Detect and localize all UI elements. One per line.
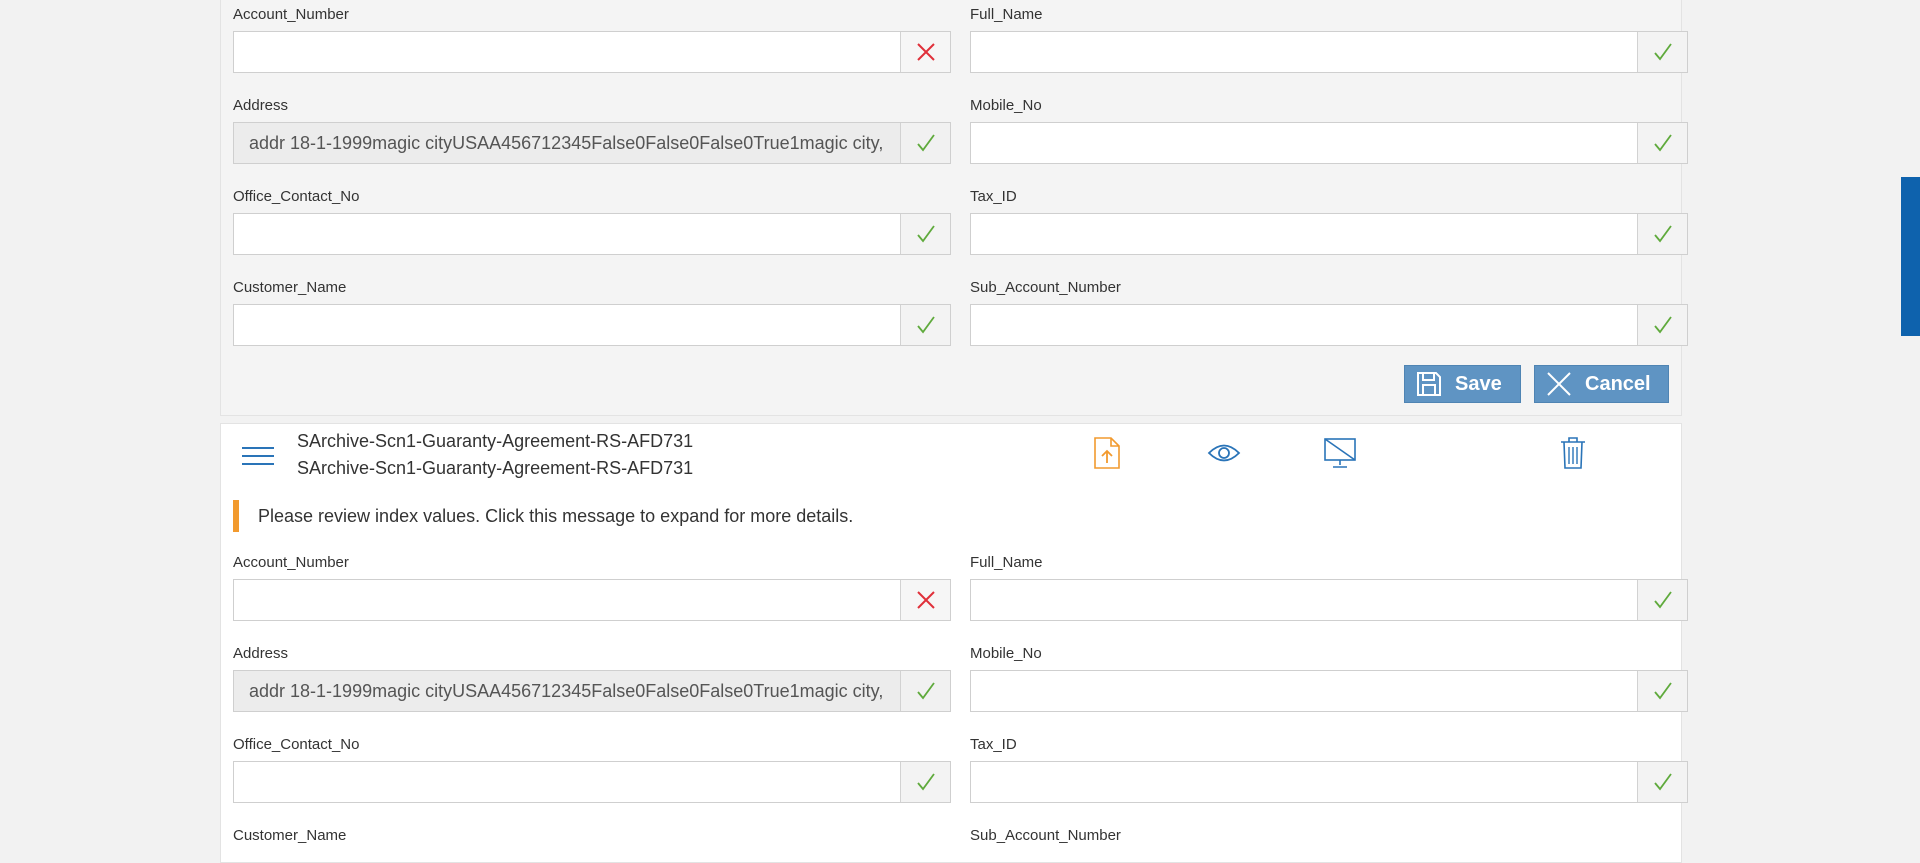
x-mark-icon bbox=[900, 580, 950, 620]
field-label: Tax_ID bbox=[970, 188, 1017, 205]
monitor-off-icon[interactable] bbox=[1320, 433, 1360, 473]
document-header: SArchive-Scn1-Guaranty-Agreement-RS-AFD7… bbox=[220, 423, 1682, 489]
field-row bbox=[970, 31, 1688, 73]
sub-account-number-input[interactable] bbox=[971, 305, 1637, 345]
field-row bbox=[233, 304, 951, 346]
field-row bbox=[970, 213, 1688, 255]
field-label: Office_Contact_No bbox=[233, 736, 360, 753]
tax-id-input[interactable] bbox=[971, 214, 1637, 254]
field-label: Tax_ID bbox=[970, 736, 1017, 753]
tax-id-input[interactable] bbox=[971, 762, 1637, 802]
field-row bbox=[970, 122, 1688, 164]
mobile-no-input[interactable] bbox=[971, 671, 1637, 711]
field-row bbox=[970, 579, 1688, 621]
field-row bbox=[970, 304, 1688, 346]
mobile-no-input[interactable] bbox=[971, 123, 1637, 163]
upload-file-icon[interactable] bbox=[1087, 433, 1127, 473]
document-subname: SArchive-Scn1-Guaranty-Agreement-RS-AFD7… bbox=[297, 458, 694, 478]
checkmark-icon bbox=[1637, 671, 1687, 711]
field-label: Account_Number bbox=[233, 554, 349, 571]
close-icon bbox=[1545, 370, 1573, 398]
field-label: Mobile_No bbox=[970, 97, 1042, 114]
field-label: Customer_Name bbox=[233, 827, 347, 844]
field-row bbox=[233, 579, 951, 621]
field-row bbox=[233, 670, 951, 712]
field-row bbox=[970, 761, 1688, 803]
checkmark-icon bbox=[900, 671, 950, 711]
trash-icon[interactable] bbox=[1553, 433, 1593, 473]
checkmark-icon bbox=[900, 305, 950, 345]
office-contact-no-input[interactable] bbox=[234, 762, 900, 802]
field-row bbox=[233, 122, 951, 164]
checkmark-icon bbox=[900, 762, 950, 802]
checkmark-icon bbox=[900, 123, 950, 163]
account-number-input[interactable] bbox=[234, 32, 900, 72]
field-label: Customer_Name bbox=[233, 279, 347, 296]
full-name-input[interactable] bbox=[971, 32, 1637, 72]
account-number-input[interactable] bbox=[234, 580, 900, 620]
office-contact-no-input[interactable] bbox=[234, 214, 900, 254]
cancel-label: Cancel bbox=[1585, 372, 1651, 395]
checkmark-icon bbox=[1637, 305, 1687, 345]
warning-bar bbox=[233, 500, 239, 532]
field-row bbox=[970, 670, 1688, 712]
field-label: Full_Name bbox=[970, 554, 1043, 571]
checkmark-icon bbox=[900, 214, 950, 254]
scrollbar-thumb[interactable] bbox=[1901, 177, 1920, 336]
checkmark-icon bbox=[1637, 32, 1687, 72]
cancel-button[interactable]: Cancel bbox=[1534, 365, 1669, 403]
address-input[interactable] bbox=[234, 671, 900, 711]
checkmark-icon bbox=[1637, 214, 1687, 254]
review-message[interactable]: Please review index values. Click this m… bbox=[233, 500, 853, 532]
field-label: Sub_Account_Number bbox=[970, 827, 1121, 844]
field-row bbox=[233, 213, 951, 255]
address-input[interactable] bbox=[234, 123, 900, 163]
field-row bbox=[233, 761, 951, 803]
customer-name-input[interactable] bbox=[234, 305, 900, 345]
full-name-input[interactable] bbox=[971, 580, 1637, 620]
checkmark-icon bbox=[1637, 762, 1687, 802]
save-label: Save bbox=[1455, 372, 1502, 395]
doc-field-customer-name: Customer_Name bbox=[233, 827, 951, 847]
review-message-text: Please review index values. Click this m… bbox=[258, 505, 854, 526]
doc-field-sub-account-number: Sub_Account_Number bbox=[970, 827, 1688, 847]
document-name: SArchive-Scn1-Guaranty-Agreement-RS-AFD7… bbox=[297, 431, 694, 451]
x-mark-icon bbox=[900, 32, 950, 72]
checkmark-icon bbox=[1637, 580, 1687, 620]
field-label: Office_Contact_No bbox=[233, 188, 360, 205]
field-label: Address bbox=[233, 97, 289, 114]
field-label: Full_Name bbox=[970, 6, 1043, 23]
field-label: Account_Number bbox=[233, 6, 349, 23]
field-label: Address bbox=[233, 645, 289, 662]
field-label: Mobile_No bbox=[970, 645, 1042, 662]
checkmark-icon bbox=[1637, 123, 1687, 163]
hamburger-menu-icon[interactable] bbox=[242, 443, 274, 469]
save-button[interactable]: Save bbox=[1404, 365, 1521, 403]
floppy-disk-icon bbox=[1415, 370, 1443, 398]
field-row bbox=[233, 31, 951, 73]
eye-icon[interactable] bbox=[1204, 433, 1244, 473]
field-label: Sub_Account_Number bbox=[970, 279, 1121, 296]
